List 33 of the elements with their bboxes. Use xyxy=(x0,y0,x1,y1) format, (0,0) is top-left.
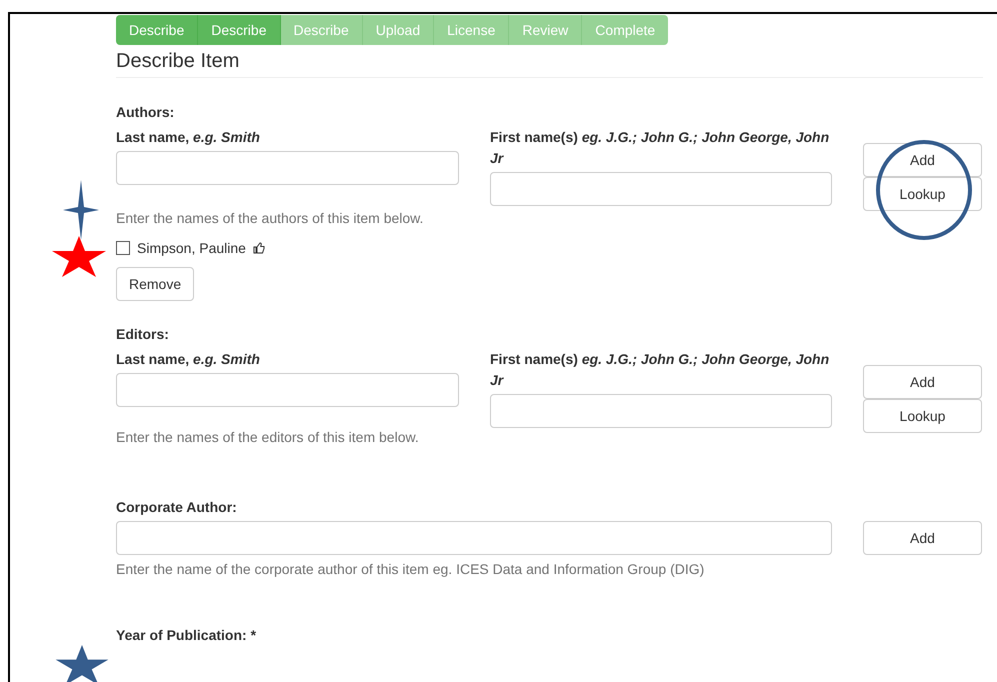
help-text: Enter the names of the editors of this item below. xyxy=(116,429,420,445)
thumbs-up-icon xyxy=(252,242,265,254)
action-button[interactable]: Add xyxy=(863,521,982,555)
author-name: Simpson, Pauline xyxy=(137,240,246,256)
field-label: First name(s) eg. J.G.; John G.; John George, John Jr xyxy=(490,350,830,390)
progress-step[interactable]: License xyxy=(434,15,510,45)
field-label: Last name, e.g. Smith xyxy=(116,128,261,147)
action-button[interactable]: Lookup xyxy=(863,399,982,433)
last-name-input[interactable] xyxy=(116,373,459,407)
section-label: Authors: xyxy=(116,103,176,122)
action-button[interactable]: Add xyxy=(863,143,982,177)
section-label: Corporate Author: xyxy=(116,498,238,517)
progress-step[interactable]: Complete xyxy=(582,15,668,45)
field-label: First name(s) eg. J.G.; John G.; John George, John Jr xyxy=(490,128,830,168)
action-button[interactable]: Add xyxy=(863,365,982,399)
corporate-author-input[interactable] xyxy=(116,521,832,555)
field-label: Last name, e.g. Smith xyxy=(116,350,261,369)
progress-step[interactable]: Review xyxy=(509,15,582,45)
last-name-input[interactable] xyxy=(116,151,459,185)
progress-step[interactable]: Upload xyxy=(362,15,434,45)
remove-button[interactable]: Remove xyxy=(116,267,194,301)
progress-step[interactable]: Describe xyxy=(198,15,280,45)
progress-step[interactable]: Describe xyxy=(280,15,363,45)
section-label: Year of Publication: * xyxy=(116,626,258,645)
checkbox[interactable] xyxy=(116,241,130,255)
first-name-input[interactable] xyxy=(490,172,832,206)
help-text: Enter the names of the authors of this item below. xyxy=(116,210,424,226)
help-text: Enter the name of the corporate author of this item eg. ICES Data and Information Group (DIG) xyxy=(116,561,706,577)
first-name-input[interactable] xyxy=(490,394,832,428)
action-button[interactable]: Lookup xyxy=(863,177,982,211)
page-title: Describe Item xyxy=(116,50,983,78)
section-label: Editors: xyxy=(116,325,170,344)
progress-step[interactable]: Describe xyxy=(116,15,198,45)
